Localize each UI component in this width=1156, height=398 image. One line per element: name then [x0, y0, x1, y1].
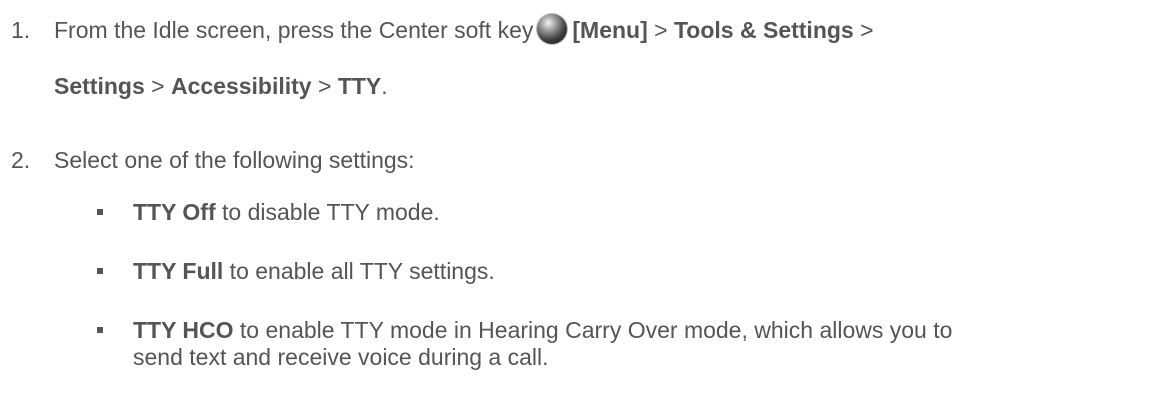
step-number: 1. — [11, 17, 31, 43]
path-accessibility: Accessibility — [170, 73, 312, 99]
step-text-line2: Settings > Accessibility > TTY. — [54, 73, 388, 100]
list-item-tty-full: TTY Full to enable all TTY settings. — [133, 258, 495, 285]
path-end: . — [381, 73, 388, 99]
path-separator: > — [860, 17, 874, 43]
option-term: TTY Off — [133, 199, 216, 225]
option-desc: to enable TTY mode in Hearing Carry Over… — [233, 317, 953, 343]
option-term: TTY HCO — [133, 317, 234, 343]
center-soft-key-icon — [537, 13, 568, 44]
list-item-tty-hco-continuation: send text and receive voice during a cal… — [133, 344, 549, 370]
option-desc: to disable TTY mode. — [215, 199, 440, 225]
bullet-icon — [97, 268, 103, 274]
option-desc: to enable all TTY settings. — [223, 258, 495, 284]
path-tools-settings: Tools & Settings — [673, 17, 854, 43]
option-term: TTY Full — [133, 258, 224, 284]
step-text: From the Idle screen, press the Center s… — [54, 13, 874, 44]
path-separator: > — [654, 17, 668, 43]
list-item-tty-hco: TTY HCO to enable TTY mode in Hearing Ca… — [133, 317, 952, 344]
step-text: Select one of the following settings: — [54, 147, 415, 173]
list-item-tty-off: TTY Off to disable TTY mode. — [133, 199, 440, 226]
path-separator: > — [151, 73, 165, 99]
step-number: 2. — [11, 147, 31, 173]
path-tty: TTY — [337, 73, 382, 99]
bullet-icon — [97, 327, 103, 333]
bullet-icon — [97, 209, 103, 215]
path-settings: Settings — [54, 73, 145, 99]
path-separator: > — [317, 73, 332, 99]
menu-key-label: [Menu] — [572, 17, 648, 43]
step-intro: From the Idle screen, press the Center s… — [54, 17, 534, 43]
